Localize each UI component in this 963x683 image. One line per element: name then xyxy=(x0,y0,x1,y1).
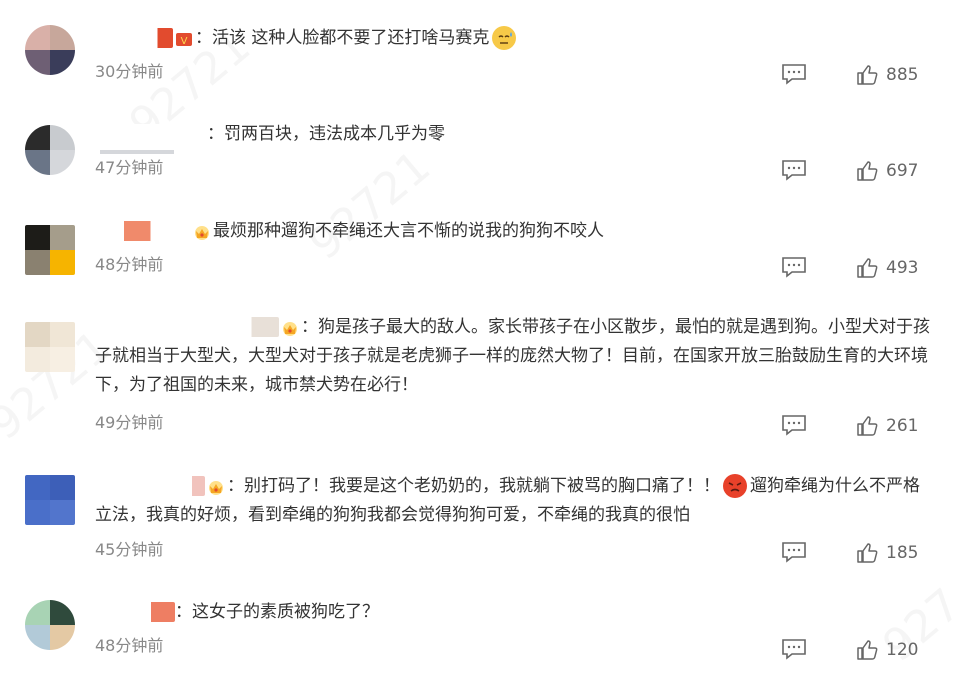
like-button[interactable]: 120 xyxy=(856,639,918,661)
comment-bubble-icon[interactable] xyxy=(781,541,807,563)
avatar[interactable] xyxy=(25,600,75,650)
like-count: 493 xyxy=(886,258,919,278)
like-count: 885 xyxy=(886,65,919,85)
like-button[interactable]: 493 xyxy=(856,257,918,279)
timestamp: 49分钟前 xyxy=(95,413,164,432)
like-count: 261 xyxy=(886,416,919,436)
like-button[interactable]: 261 xyxy=(856,415,918,437)
like-button[interactable]: 885 xyxy=(856,64,918,86)
timestamp: 48分钟前 xyxy=(95,255,164,274)
thumbs-up-icon xyxy=(857,640,878,660)
sweat-emoji-icon xyxy=(492,26,517,50)
comment-bubble-icon[interactable] xyxy=(781,638,807,660)
username-blurred[interactable] xyxy=(95,28,173,48)
watermark: 92721 xyxy=(299,140,441,271)
angry-emoji-icon xyxy=(723,474,747,498)
crown-badge-icon xyxy=(207,477,225,495)
thumbs-up-icon xyxy=(857,258,878,278)
comment-text: ：这女子的素质被狗吃了？ xyxy=(95,598,935,627)
like-count: 697 xyxy=(886,161,919,181)
timestamp: 30分钟前 xyxy=(95,62,164,81)
svg-text:V: V xyxy=(181,36,188,47)
thumbs-up-icon xyxy=(857,416,878,436)
avatar[interactable] xyxy=(25,125,75,175)
comment-bubble-icon[interactable] xyxy=(781,63,807,85)
timestamp: 48分钟前 xyxy=(95,636,164,655)
avatar[interactable] xyxy=(25,322,75,372)
comment-text: V ：活该 这种人脸都不要了还打啥马赛克 xyxy=(95,24,935,53)
comment-body: 最烦那种遛狗不牵绳还大言不惭的说我的狗狗不咬人 xyxy=(213,221,604,241)
crown-badge-icon xyxy=(281,318,299,336)
like-count: 185 xyxy=(886,543,919,563)
username-blurred[interactable] xyxy=(95,476,205,496)
comment-text: ：别打码了！我要是这个老奶奶的，我就躺下被骂的胸口痛了！！ 遛狗牵绳为什么不严格… xyxy=(95,472,935,530)
thumbs-up-icon xyxy=(857,161,878,181)
comment-body: ：活该 这种人脸都不要了还打啥马赛克 xyxy=(195,28,490,48)
timestamp: 47分钟前 xyxy=(95,158,164,177)
crown-badge-icon xyxy=(193,222,211,240)
avatar[interactable] xyxy=(25,225,75,275)
comment-bubble-icon[interactable] xyxy=(781,256,807,278)
comment-body: ：罚两百块，违法成本几乎为零 xyxy=(207,124,445,144)
thumbs-up-icon xyxy=(857,543,878,563)
username-blurred[interactable] xyxy=(95,221,191,241)
timestamp: 45分钟前 xyxy=(95,540,164,559)
username-blurred[interactable] xyxy=(95,124,207,144)
username-blurred[interactable] xyxy=(95,602,175,622)
like-button[interactable]: 185 xyxy=(856,542,918,564)
comment-text: ：狗是孩子最大的敌人。家长带孩子在小区散步，最怕的就是遇到狗。小型犬对于孩子就相… xyxy=(95,313,935,400)
comment-text: 最烦那种遛狗不牵绳还大言不惭的说我的狗狗不咬人 xyxy=(95,217,935,246)
comment-text: ：罚两百块，违法成本几乎为零 xyxy=(95,120,935,149)
avatar[interactable] xyxy=(25,25,75,75)
crown-badge-icon: V xyxy=(175,29,193,47)
username-blurred[interactable] xyxy=(95,317,279,337)
username-blur-bar xyxy=(100,150,174,154)
like-button[interactable]: 697 xyxy=(856,160,918,182)
comment-bubble-icon[interactable] xyxy=(781,159,807,181)
comment-body: ：别打码了！我要是这个老奶奶的，我就躺下被骂的胸口痛了！！ xyxy=(227,476,720,496)
avatar[interactable] xyxy=(25,475,75,525)
comment-bubble-icon[interactable] xyxy=(781,414,807,436)
thumbs-up-icon xyxy=(857,65,878,85)
comment-body: ：这女子的素质被狗吃了？ xyxy=(175,602,379,622)
like-count: 120 xyxy=(886,640,919,660)
